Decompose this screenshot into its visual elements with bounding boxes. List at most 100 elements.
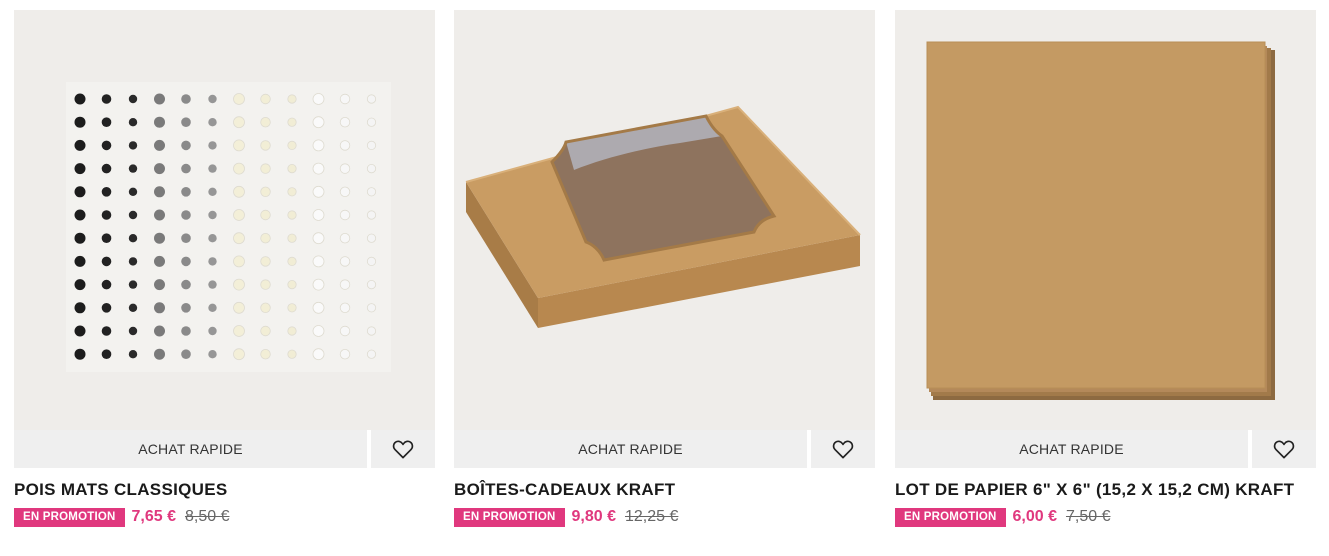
dot [154, 232, 165, 244]
dot [366, 279, 377, 290]
dot [101, 210, 112, 220]
heart-icon [392, 440, 414, 459]
dot [260, 140, 271, 151]
product-title[interactable]: POIS MATS CLASSIQUES [14, 480, 435, 500]
dot [260, 163, 271, 174]
dot [101, 303, 112, 313]
dot [181, 326, 191, 336]
dot [154, 93, 165, 105]
product-image-kraft-paper[interactable] [895, 10, 1316, 430]
dot [287, 256, 297, 266]
wishlist-button[interactable] [1252, 430, 1316, 468]
matte-dots-illustration [66, 82, 391, 372]
product-title[interactable]: LOT DE PAPIER 6" X 6" (15,2 X 15,2 CM) K… [895, 480, 1316, 500]
dot [260, 93, 271, 105]
quick-buy-button[interactable]: ACHAT RAPIDE [454, 430, 807, 468]
dot [366, 140, 377, 150]
dot [233, 301, 245, 314]
dot [181, 279, 191, 290]
dot [339, 256, 351, 267]
product-card: ACHAT RAPIDE POIS MATS CLASSIQUES EN PRO… [14, 10, 435, 527]
product-actions: ACHAT RAPIDE [454, 430, 875, 468]
dot [287, 349, 297, 359]
product-image-kraft-gift-box[interactable] [454, 10, 875, 430]
dot [128, 164, 138, 173]
dot [366, 326, 377, 336]
dot [233, 185, 245, 198]
dot [128, 234, 138, 243]
dot [154, 163, 165, 175]
dot [181, 256, 191, 267]
dot [312, 348, 325, 361]
dot [287, 187, 297, 197]
dot [233, 325, 245, 337]
dot [233, 93, 245, 105]
original-price: 8,50 € [184, 508, 230, 525]
dot [260, 349, 271, 360]
quick-buy-button[interactable]: ACHAT RAPIDE [14, 430, 367, 468]
original-price: 7,50 € [1065, 508, 1111, 525]
price-row: EN PROMOTION 6,00 € 7,50 € [895, 507, 1316, 527]
dot [287, 303, 297, 313]
dot [208, 210, 217, 220]
product-title[interactable]: BOÎTES-CADEAUX KRAFT [454, 480, 875, 500]
dot [312, 255, 325, 268]
price-row: EN PROMOTION 9,80 € 12,25 € [454, 507, 875, 527]
dot [312, 162, 325, 175]
dot [339, 186, 351, 198]
dot [128, 350, 138, 359]
dot [339, 140, 351, 151]
dot [287, 164, 297, 174]
product-card: ACHAT RAPIDE BOÎTES-CADEAUX KRAFT EN PRO… [454, 10, 875, 527]
dot [181, 349, 191, 360]
dot [312, 278, 325, 291]
dot [181, 117, 191, 127]
dot [287, 279, 297, 290]
dot [128, 141, 138, 150]
dot [287, 94, 297, 104]
dot [208, 350, 217, 359]
promo-badge: EN PROMOTION [14, 507, 125, 527]
dot [208, 164, 217, 173]
dot [154, 255, 165, 267]
original-price: 12,25 € [624, 508, 679, 525]
dot [154, 139, 165, 151]
dot [74, 325, 86, 337]
quick-buy-button[interactable]: ACHAT RAPIDE [895, 430, 1248, 468]
dot [312, 93, 325, 105]
dot [101, 326, 112, 336]
dot [181, 303, 191, 313]
dot [312, 232, 325, 245]
product-image-matte-dots[interactable] [14, 10, 435, 430]
dot [101, 279, 112, 290]
dot [208, 234, 217, 243]
wishlist-button[interactable] [811, 430, 875, 468]
dot [74, 302, 86, 314]
dot [339, 93, 351, 105]
dot [128, 280, 138, 289]
dot [233, 255, 245, 268]
dot [74, 139, 86, 151]
dot [233, 278, 245, 291]
dot [181, 94, 191, 104]
dot [233, 139, 245, 152]
product-actions: ACHAT RAPIDE [895, 430, 1316, 468]
dot [74, 209, 86, 221]
dot [208, 303, 217, 312]
product-card: ACHAT RAPIDE LOT DE PAPIER 6" X 6" (15,2… [895, 10, 1316, 527]
dot [260, 325, 271, 337]
dot [181, 163, 191, 174]
dot [366, 187, 377, 197]
dot [208, 118, 217, 127]
dot [260, 279, 271, 290]
dot [287, 117, 297, 127]
dot [128, 118, 138, 127]
wishlist-button[interactable] [371, 430, 435, 468]
dot [74, 116, 86, 128]
dot [366, 94, 377, 104]
dot [128, 94, 138, 104]
dot [128, 326, 138, 336]
dot [287, 233, 297, 243]
heart-icon [832, 440, 854, 459]
dot [101, 117, 112, 127]
